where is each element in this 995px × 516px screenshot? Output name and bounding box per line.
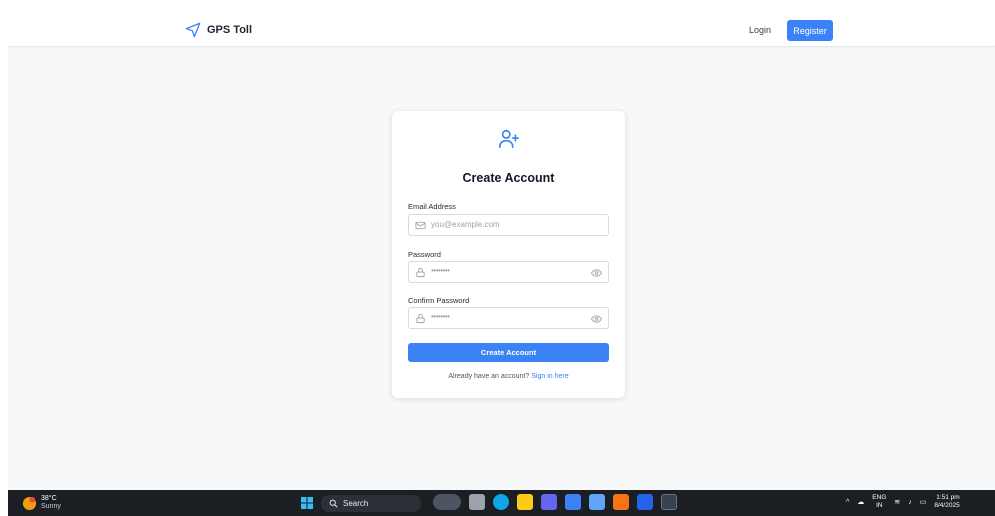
register-card: Create Account Email Address you@example… — [392, 111, 625, 398]
form-title: Create Account — [462, 171, 555, 185]
chevron-up-icon[interactable]: ^ — [846, 499, 849, 506]
eye-icon[interactable] — [591, 268, 602, 278]
lang-line1: ENG — [872, 494, 887, 501]
clock-date: 8/4/2025 — [934, 502, 960, 509]
browser-viewport: GPS Toll Login Register Create Account E… — [8, 13, 995, 490]
windows-taskbar: 38°C Sunny Search ^ ☁ ENG IN ≋ ♪ ▭ 1:51 … — [8, 490, 995, 516]
password-label: Password — [408, 250, 441, 259]
login-link[interactable]: Login — [749, 25, 771, 35]
clock[interactable]: 1:51 pm 8/4/2025 — [934, 494, 959, 510]
file-explorer-icon[interactable] — [517, 494, 533, 510]
confirm-password-field[interactable]: •••••••• — [408, 307, 609, 329]
clock-time: 1:51 pm — [936, 494, 960, 501]
confirm-password-label: Confirm Password — [408, 296, 470, 305]
create-account-button[interactable]: Create Account — [408, 343, 609, 362]
windows-start-icon[interactable] — [301, 497, 313, 509]
cloud-icon[interactable]: ☁ — [857, 498, 864, 506]
store-icon[interactable] — [589, 494, 605, 510]
user-plus-icon — [499, 129, 519, 149]
signin-link[interactable]: Sign in here — [531, 373, 568, 380]
wifi-icon[interactable]: ≋ — [894, 498, 900, 506]
register-button[interactable]: Register — [787, 20, 833, 41]
copilot-icon[interactable] — [565, 494, 581, 510]
mail-icon — [415, 221, 426, 230]
confirm-password-value: •••••••• — [431, 312, 450, 321]
weather-temp: 38°C — [41, 495, 57, 502]
search-label: Search — [343, 499, 369, 508]
terminal-icon[interactable] — [661, 494, 677, 510]
lock-icon — [416, 267, 425, 278]
signin-line: Already have an account? Sign in here — [392, 373, 625, 380]
eye-icon[interactable] — [591, 314, 602, 324]
edge-icon[interactable] — [493, 494, 509, 510]
brand[interactable]: GPS Toll — [185, 22, 252, 38]
signin-prompt: Already have an account? — [448, 373, 530, 380]
email-field[interactable]: you@example.com — [408, 214, 609, 236]
widget-image-icon[interactable] — [433, 494, 461, 510]
sun-icon — [22, 496, 37, 510]
taskbar-search[interactable]: Search — [321, 495, 421, 512]
language-indicator[interactable]: ENG IN — [872, 494, 886, 510]
brave-icon[interactable] — [613, 494, 629, 510]
lang-line2: IN — [876, 502, 883, 509]
taskbar-apps — [433, 494, 677, 510]
battery-icon[interactable]: ▭ — [920, 498, 927, 506]
weather-condition: Sunny — [41, 503, 61, 510]
weather-widget[interactable]: 38°C Sunny — [22, 495, 61, 511]
lock-icon — [416, 313, 425, 324]
brand-name: GPS Toll — [207, 24, 253, 36]
search-icon — [329, 499, 338, 508]
task-view-icon[interactable] — [469, 494, 485, 510]
email-placeholder: you@example.com — [431, 220, 500, 229]
password-field[interactable]: •••••••• — [408, 261, 609, 283]
password-value: •••••••• — [431, 266, 450, 275]
teams-icon[interactable] — [541, 494, 557, 510]
navigation-arrow-icon — [185, 22, 201, 38]
system-tray: ^ ☁ ENG IN ≋ ♪ ▭ 1:51 pm 8/4/2025 — [846, 494, 960, 510]
vscode-icon[interactable] — [637, 494, 653, 510]
volume-icon[interactable]: ♪ — [908, 499, 912, 506]
top-navbar: GPS Toll Login Register — [8, 13, 995, 47]
email-label: Email Address — [408, 202, 456, 211]
